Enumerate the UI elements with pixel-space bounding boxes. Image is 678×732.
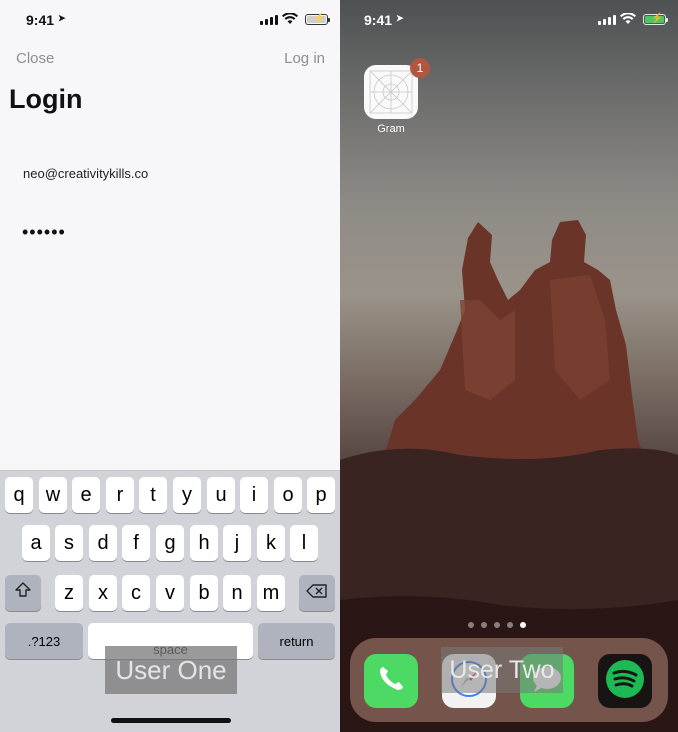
page-dot [494,622,500,628]
keyboard-row-1: q w e r t y u i o p [0,477,340,515]
shift-icon [14,581,32,605]
key-c[interactable]: c [122,575,150,611]
delete-key[interactable] [299,575,335,611]
key-j[interactable]: j [223,525,251,561]
phone-icon [374,662,408,701]
key-d[interactable]: d [89,525,117,561]
key-e[interactable]: e [72,477,100,513]
key-y[interactable]: y [173,477,201,513]
user-two-label: User Two [441,647,563,693]
key-s[interactable]: s [55,525,83,561]
spotify-app-icon[interactable] [598,654,652,708]
key-h[interactable]: h [190,525,218,561]
key-o[interactable]: o [274,477,302,513]
close-button[interactable]: Close [16,50,54,67]
page-title: Login [9,84,83,114]
key-r[interactable]: r [106,477,134,513]
gram-app-label: Gram [377,123,405,135]
key-w[interactable]: w [39,477,67,513]
status-bar: 9:41 ➤ ⚡ [0,0,340,40]
key-z[interactable]: z [55,575,83,611]
password-field[interactable]: •••••• [22,222,66,243]
location-arrow-icon: ➤ [58,13,66,23]
numbers-key[interactable]: .?123 [5,623,83,659]
key-i[interactable]: i [240,477,268,513]
keyboard-row-3: z x c v b n m [0,575,340,613]
keyboard-row-2: a s d f g h j k l [0,525,340,563]
cellular-signal-icon [260,15,278,25]
phone-app-icon[interactable] [364,654,418,708]
left-phone-screen: 9:41 ➤ ⚡ Close Log in Login neo@creativi… [0,0,340,732]
key-l[interactable]: l [290,525,318,561]
key-q[interactable]: q [5,477,33,513]
page-dot-active [520,622,526,628]
key-m[interactable]: m [257,575,285,611]
key-k[interactable]: k [257,525,285,561]
location-arrow-icon: ➤ [396,13,404,23]
spotify-icon [604,658,646,705]
battery-icon: ⚡ [305,13,330,25]
delete-icon [306,582,328,605]
page-indicator[interactable] [468,622,526,628]
key-t[interactable]: t [139,477,167,513]
key-a[interactable]: a [22,525,50,561]
page-dot [507,622,513,628]
cellular-signal-icon [598,15,616,25]
status-time: 9:41 [364,12,393,28]
notification-badge: 1 [410,58,430,78]
battery-icon: ⚡ [643,13,668,25]
return-key[interactable]: return [258,623,335,659]
wifi-icon [620,12,636,28]
page-dot [481,622,487,628]
shift-key[interactable] [5,575,41,611]
key-x[interactable]: x [89,575,117,611]
key-g[interactable]: g [156,525,184,561]
email-field[interactable]: neo@creativitykills.co [23,166,148,181]
gram-app-icon[interactable]: 1 Gram [364,58,430,135]
status-time: 9:41 [26,12,55,28]
home-indicator[interactable] [111,718,231,723]
key-v[interactable]: v [156,575,184,611]
key-p[interactable]: p [307,477,335,513]
gram-icon [364,65,418,119]
right-phone-home-screen: 9:41 ➤ ⚡ 1 Gram User Two [340,0,678,732]
status-bar: 9:41 ➤ ⚡ [340,0,678,40]
key-b[interactable]: b [190,575,218,611]
page-dot [468,622,474,628]
wifi-icon [282,12,298,28]
key-n[interactable]: n [223,575,251,611]
log-in-button[interactable]: Log in [284,50,325,67]
key-f[interactable]: f [122,525,150,561]
key-u[interactable]: u [207,477,235,513]
user-one-label: User One [105,646,237,694]
